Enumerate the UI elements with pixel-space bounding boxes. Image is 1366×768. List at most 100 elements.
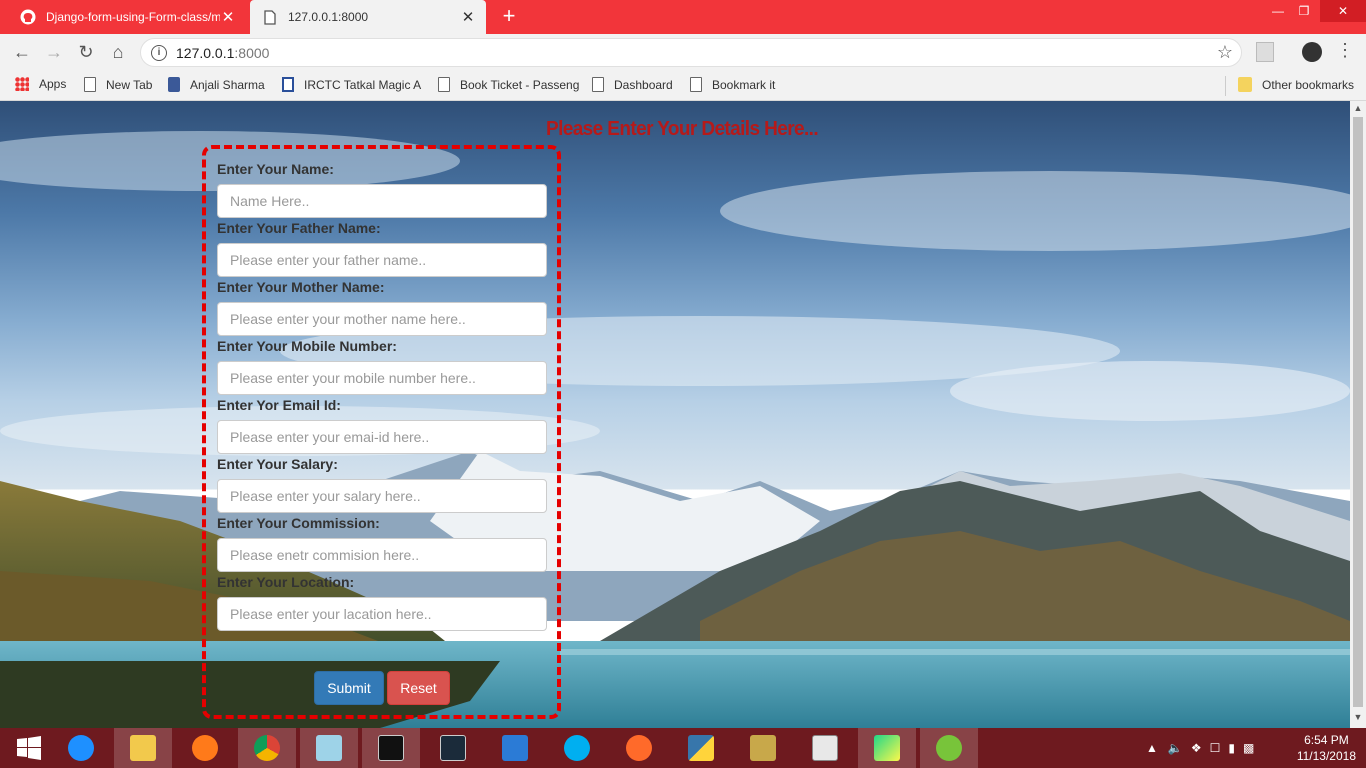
home-icon[interactable]: ⌂ xyxy=(106,40,130,64)
other-bookmarks[interactable]: Other bookmarks xyxy=(1238,77,1354,92)
submit-button[interactable]: Submit xyxy=(314,671,384,705)
address-bar[interactable]: i 127.0.0.1:8000 ☆ xyxy=(140,38,1242,67)
back-icon[interactable]: ← xyxy=(10,40,34,64)
clock-date: 11/13/2018 xyxy=(1296,749,1356,763)
taskbar-utorrent[interactable] xyxy=(920,728,978,768)
tool-icon xyxy=(626,735,652,761)
windows-taskbar: ▲ 🔈 ❖ ☐ ▮ ▩ 6:54 PM 11/13/2018 xyxy=(0,728,1366,768)
notepad-icon xyxy=(316,735,342,761)
page-icon xyxy=(690,77,702,92)
taskbar-skype[interactable] xyxy=(548,728,606,768)
scroll-up-icon[interactable]: ▲ xyxy=(1350,103,1366,117)
page-icon xyxy=(84,77,96,92)
father-name-input[interactable] xyxy=(217,243,547,277)
clock-time: 6:54 PM xyxy=(1304,733,1349,747)
taskbar-pycharm[interactable] xyxy=(858,728,916,768)
forward-icon[interactable]: → xyxy=(42,40,66,64)
page-icon xyxy=(438,77,450,92)
dropbox-icon[interactable]: ❖ xyxy=(1191,741,1202,755)
taskbar-chrome[interactable] xyxy=(238,728,296,768)
mobile-label: Enter Your Mobile Number: xyxy=(217,338,397,354)
father-name-label: Enter Your Father Name: xyxy=(217,220,381,236)
close-window-icon[interactable]: ✕ xyxy=(1320,0,1366,22)
location-label: Enter Your Location: xyxy=(217,574,355,590)
taskbar-notepad[interactable] xyxy=(300,728,358,768)
commission-input[interactable] xyxy=(217,538,547,572)
taskbar-window[interactable] xyxy=(796,728,854,768)
mysql-icon xyxy=(440,735,466,761)
bookmark-star-icon[interactable]: ☆ xyxy=(1217,42,1233,63)
bookmark-new-tab[interactable]: New Tab xyxy=(84,77,152,92)
new-tab-button[interactable]: + xyxy=(498,5,520,27)
bookmark-book-ticket[interactable]: Book Ticket - Passeng xyxy=(438,77,579,92)
taskbar-file-explorer[interactable] xyxy=(114,728,172,768)
skype-icon xyxy=(564,735,590,761)
mother-name-input[interactable] xyxy=(217,302,547,336)
security-icon[interactable]: ☐ xyxy=(1210,741,1221,755)
salary-label: Enter Your Salary: xyxy=(217,456,338,472)
system-tray[interactable]: ▲ 🔈 ❖ ☐ ▮ ▩ xyxy=(1146,728,1254,768)
volume-icon[interactable]: 🔈 xyxy=(1168,741,1183,755)
divider xyxy=(1225,76,1226,96)
browser-tab-bar: Django-form-using-Form-class/m ✕ 127.0.0… xyxy=(0,0,1366,34)
email-input[interactable] xyxy=(217,420,547,454)
scroll-down-icon[interactable]: ▼ xyxy=(1350,712,1366,726)
mobile-input[interactable] xyxy=(217,361,547,395)
tab-title: Django-form-using-Form-class/m xyxy=(46,10,220,24)
network-icon[interactable]: ▩ xyxy=(1243,741,1254,755)
chevron-up-icon[interactable]: ▲ xyxy=(1146,741,1158,755)
taskbar-python[interactable] xyxy=(672,728,730,768)
settings-icon xyxy=(750,735,776,761)
facebook-icon xyxy=(168,77,180,92)
extension-icon[interactable] xyxy=(1256,42,1274,62)
scrollbar-thumb[interactable] xyxy=(1353,117,1363,707)
bookmark-bookmark-it[interactable]: Bookmark it xyxy=(690,77,775,92)
taskbar-tool[interactable] xyxy=(610,728,668,768)
url-text: 127.0.0.1:8000 xyxy=(176,45,270,61)
taskbar-cmd[interactable] xyxy=(362,728,420,768)
mother-name-label: Enter Your Mother Name: xyxy=(217,279,385,295)
start-button[interactable] xyxy=(0,728,58,768)
bookmark-apps[interactable]: Apps xyxy=(15,77,66,91)
battery-icon[interactable]: ▮ xyxy=(1228,741,1235,755)
taskbar-firefox[interactable] xyxy=(176,728,234,768)
browser-toolbar: ← → ↻ ⌂ i 127.0.0.1:8000 ☆ ⋮ xyxy=(0,34,1366,71)
reset-button[interactable]: Reset xyxy=(387,671,450,705)
reload-icon[interactable]: ↻ xyxy=(74,40,98,64)
bookmarks-bar: Apps New Tab Anjali Sharma IRCTC Tatkal … xyxy=(0,71,1366,101)
email-label: Enter Yor Email Id: xyxy=(217,397,341,413)
location-input[interactable] xyxy=(217,597,547,631)
close-tab-icon[interactable]: ✕ xyxy=(220,8,236,26)
bookmark-anjali-sharma[interactable]: Anjali Sharma xyxy=(168,77,265,92)
utorrent-icon xyxy=(936,735,962,761)
salary-input[interactable] xyxy=(217,479,547,513)
info-icon[interactable]: i xyxy=(151,45,167,61)
commission-label: Enter Your Commission: xyxy=(217,515,380,531)
avatar[interactable] xyxy=(1302,42,1322,62)
github-icon xyxy=(20,9,36,25)
internet-explorer-icon xyxy=(68,735,94,761)
menu-icon[interactable]: ⋮ xyxy=(1336,40,1354,61)
page-title: Please Enter Your Details Here... xyxy=(546,118,819,141)
name-input[interactable] xyxy=(217,184,547,218)
start-icon xyxy=(17,736,41,760)
taskbar-vscode[interactable] xyxy=(486,728,544,768)
bookmark-dashboard[interactable]: Dashboard xyxy=(592,77,673,92)
minimize-icon[interactable]: — xyxy=(1264,0,1292,22)
apps-icon xyxy=(15,77,29,91)
tab-localhost[interactable]: 127.0.0.1:8000 ✕ xyxy=(250,0,486,34)
close-tab-icon[interactable]: ✕ xyxy=(460,8,476,26)
vscode-icon xyxy=(502,735,528,761)
taskbar-ie[interactable] xyxy=(52,728,110,768)
tab-github[interactable]: Django-form-using-Form-class/m ✕ xyxy=(8,0,246,34)
page-icon xyxy=(262,9,278,25)
chrome-icon xyxy=(254,735,280,761)
restore-icon[interactable]: ❐ xyxy=(1290,0,1318,22)
page-scrollbar[interactable]: ▲ ▼ xyxy=(1350,101,1366,728)
taskbar-mysql[interactable] xyxy=(424,728,482,768)
firefox-icon xyxy=(192,735,218,761)
page-icon xyxy=(592,77,604,92)
taskbar-clock[interactable]: 6:54 PM 11/13/2018 xyxy=(1297,732,1356,764)
taskbar-settings[interactable] xyxy=(734,728,792,768)
bookmark-irctc[interactable]: IRCTC Tatkal Magic A xyxy=(282,77,421,92)
